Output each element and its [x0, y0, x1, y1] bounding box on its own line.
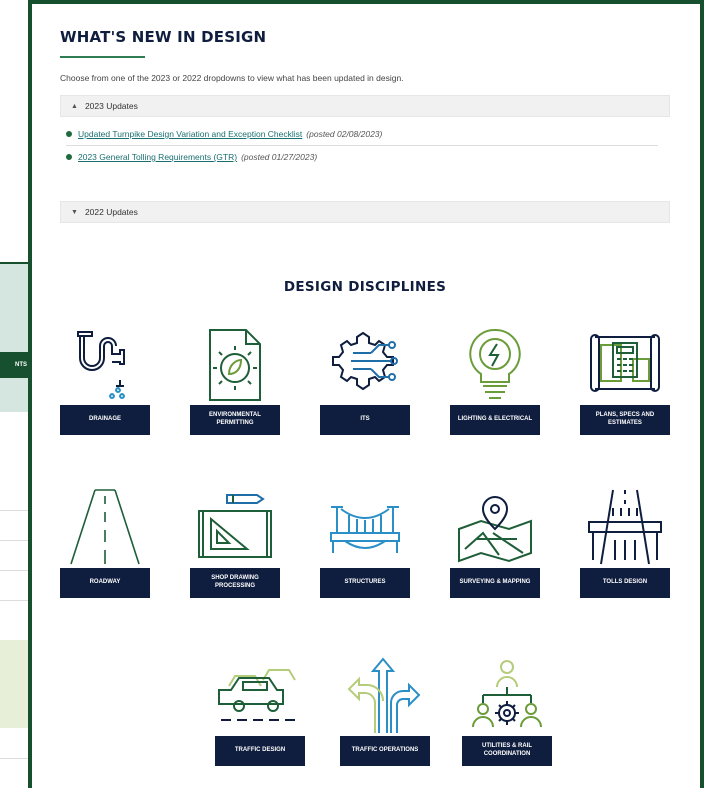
posted-date: (posted 01/27/2023)	[241, 152, 318, 162]
discipline-label: UTILITIES & RAIL COORDINATION	[462, 736, 552, 766]
discipline-card-traffic-operations[interactable]: TRAFFIC OPERATIONS	[340, 654, 430, 766]
its-circuit-icon	[320, 323, 410, 405]
bridge-icon	[320, 486, 410, 568]
discipline-card-plans-specs-estimates[interactable]: PLANS, SPECS AND ESTIMATES	[580, 323, 670, 435]
discipline-card-its[interactable]: ITS	[320, 323, 410, 435]
environmental-gear-document-icon	[190, 323, 280, 405]
divider	[66, 145, 658, 146]
background-divider	[0, 540, 28, 541]
chevron-down-icon: ▼	[71, 208, 78, 216]
chevron-up-icon: ▲	[71, 102, 78, 110]
traffic-arrows-icon	[340, 654, 430, 736]
list-item: 2023 General Tolling Requirements (GTR) …	[66, 150, 664, 164]
traffic-cars-icon	[215, 654, 305, 736]
bullet-icon	[66, 154, 72, 160]
title-underline	[60, 56, 145, 58]
map-pin-icon	[450, 486, 540, 568]
people-gear-icon	[462, 654, 552, 736]
discipline-label: TOLLS DESIGN	[580, 568, 670, 598]
background-panel	[0, 262, 28, 412]
accordion-2023-header[interactable]: ▲ 2023 Updates	[60, 95, 670, 117]
list-item: Updated Turnpike Design Variation and Ex…	[66, 127, 664, 141]
discipline-label: DRAINAGE	[60, 405, 150, 435]
accordion-label: 2022 Updates	[84, 207, 138, 217]
discipline-label: LIGHTING & ELECTRICAL	[450, 405, 540, 435]
discipline-card-drainage[interactable]: DRAINAGE	[60, 323, 150, 435]
discipline-label: ENVIRONMENTAL PERMITTING	[190, 405, 280, 435]
accordion-label: 2023 Updates	[84, 101, 138, 111]
discipline-card-utilities-rail[interactable]: UTILITIES & RAIL COORDINATION	[462, 654, 552, 766]
discipline-card-environmental-permitting[interactable]: ENVIRONMENTAL PERMITTING	[190, 323, 280, 435]
whats-new-modal: WHAT'S NEW IN DESIGN Choose from one of …	[28, 0, 704, 788]
section-title: DESIGN DISCIPLINES	[283, 279, 447, 295]
discipline-card-roadway[interactable]: ROADWAY	[60, 486, 150, 598]
accordion-2022-header[interactable]: ▼ 2022 Updates	[60, 201, 670, 223]
intro-text: Choose from one of the 2023 or 2022 drop…	[60, 73, 404, 83]
background-divider	[0, 758, 28, 759]
discipline-card-shop-drawing-processing[interactable]: SHOP DRAWING PROCESSING	[190, 486, 280, 598]
discipline-card-structures[interactable]: STRUCTURES	[320, 486, 410, 598]
background-panel	[0, 640, 28, 728]
posted-date: (posted 02/08/2023)	[306, 129, 383, 139]
discipline-card-tolls-design[interactable]: TOLLS DESIGN	[580, 486, 670, 598]
drawing-board-icon	[190, 486, 280, 568]
discipline-label: TRAFFIC OPERATIONS	[340, 736, 430, 766]
discipline-label: SURVEYING & MAPPING	[450, 568, 540, 598]
update-link[interactable]: 2023 General Tolling Requirements (GTR)	[78, 152, 237, 162]
discipline-label: ITS	[320, 405, 410, 435]
toll-gantry-icon	[580, 486, 670, 568]
background-divider	[0, 510, 28, 511]
discipline-label: PLANS, SPECS AND ESTIMATES	[580, 405, 670, 435]
background-tab[interactable]: NTS	[0, 352, 28, 378]
background-divider	[0, 600, 28, 601]
update-link[interactable]: Updated Turnpike Design Variation and Ex…	[78, 129, 302, 139]
discipline-card-traffic-design[interactable]: TRAFFIC DESIGN	[215, 654, 305, 766]
roadway-icon	[60, 486, 150, 568]
discipline-label: TRAFFIC DESIGN	[215, 736, 305, 766]
drainage-pipe-icon	[60, 323, 150, 405]
discipline-label: STRUCTURES	[320, 568, 410, 598]
discipline-label: SHOP DRAWING PROCESSING	[190, 568, 280, 598]
background-divider	[0, 570, 28, 571]
discipline-card-lighting-electrical[interactable]: LIGHTING & ELECTRICAL	[450, 323, 540, 435]
discipline-card-surveying-mapping[interactable]: SURVEYING & MAPPING	[450, 486, 540, 598]
discipline-label: ROADWAY	[60, 568, 150, 598]
plans-calculator-icon	[580, 323, 670, 405]
page-title: WHAT'S NEW IN DESIGN	[60, 28, 267, 46]
lightbulb-icon	[450, 323, 540, 405]
bullet-icon	[66, 131, 72, 137]
accordion-2023-body: Updated Turnpike Design Variation and Ex…	[60, 117, 670, 164]
